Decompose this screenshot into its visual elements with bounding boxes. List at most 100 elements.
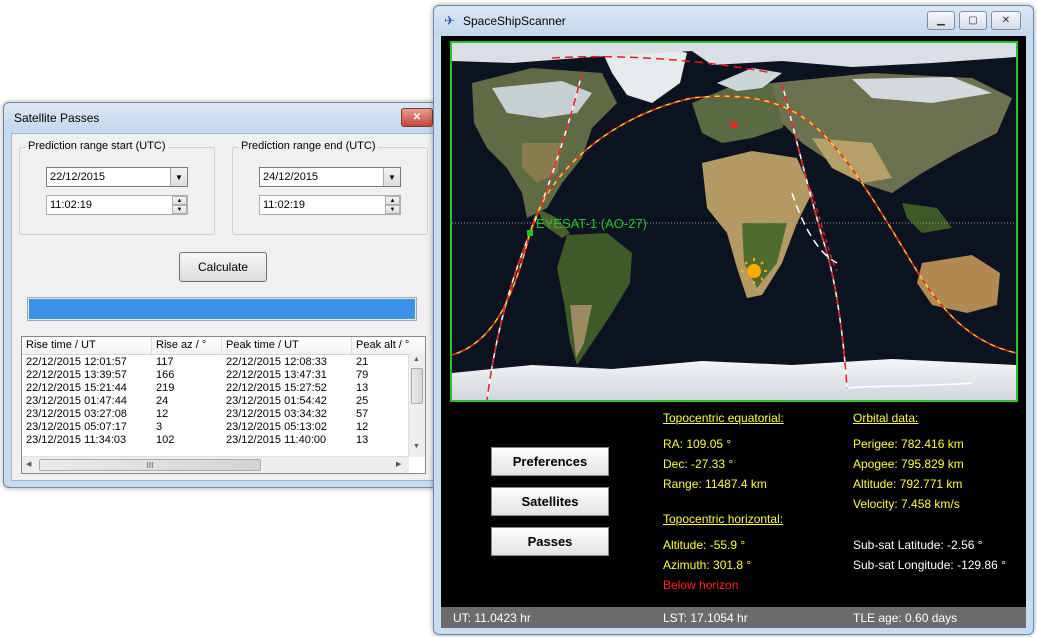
preferences-button[interactable]: Preferences <box>491 447 609 476</box>
column-header-peak-time[interactable]: Peak time / UT <box>222 337 352 354</box>
satellite-app-icon: ✈ <box>444 13 455 28</box>
tle-age-readout: TLE age: 0.60 days <box>853 611 958 625</box>
range-value: Range: 11487.4 km <box>663 477 767 491</box>
start-date-picker[interactable]: 22/12/2015 ▼ <box>46 167 188 187</box>
scroll-up-icon[interactable]: ▲ <box>413 356 420 363</box>
table-cell: 23/12/2015 01:54:42 <box>226 395 327 407</box>
orbital-data-heading: Orbital data: <box>853 411 919 425</box>
calculate-button[interactable]: Calculate <box>179 252 267 282</box>
table-cell: 12 <box>356 421 369 433</box>
table-cell: 23/12/2015 05:07:17 <box>26 421 127 433</box>
subsat-latitude-value: Sub-sat Latitude: -2.56 ° <box>853 538 983 552</box>
observer-marker <box>731 122 737 128</box>
start-date-value: 22/12/2015 <box>50 171 106 183</box>
satellite-marker[interactable] <box>527 230 533 236</box>
minimize-icon: ▁ <box>937 15 945 26</box>
scanner-client-area: EYESAT-1 (AO-27) Preferences Satellites … <box>441 36 1026 628</box>
table-cell: 22/12/2015 15:21:44 <box>26 382 127 394</box>
maximize-button[interactable]: ▢ <box>959 11 987 30</box>
start-time-value: 11:02:19 <box>50 199 93 211</box>
table-cell: 22/12/2015 12:08:33 <box>226 356 327 368</box>
table-row[interactable]: 22/12/2015 12:01:57 117 22/12/2015 12:08:3… <box>22 356 409 369</box>
minimize-button[interactable]: ▁ <box>927 11 955 30</box>
table-cell: 25 <box>356 395 369 407</box>
chevron-down-icon[interactable]: ▼ <box>383 168 400 186</box>
velocity-value: Velocity: 7.458 km/s <box>853 497 960 511</box>
table-cell: 13 <box>356 434 369 446</box>
scroll-left-icon[interactable]: ◀ <box>26 460 31 468</box>
table-cell: 219 <box>156 382 175 394</box>
table-row[interactable]: 23/12/2015 01:47:44 24 23/12/2015 01:54:42… <box>22 395 409 408</box>
end-time-stepper[interactable]: 11:02:19 ▲ ▼ <box>259 195 401 215</box>
close-button[interactable]: ✕ <box>991 11 1021 30</box>
passes-table[interactable]: Rise time / UT Rise az / ° Peak time / U… <box>21 336 426 474</box>
satellite-passes-window: Satellite Passes ✕ Prediction range star… <box>3 102 441 488</box>
spin-down-icon[interactable]: ▼ <box>172 205 187 214</box>
table-cell: 23/12/2015 11:40:00 <box>226 434 327 446</box>
table-cell: 13 <box>356 382 369 394</box>
passes-titlebar[interactable]: Satellite Passes ✕ <box>4 103 440 133</box>
table-row[interactable]: 23/12/2015 03:27:08 12 23/12/2015 03:34:32… <box>22 408 409 421</box>
spin-down-icon[interactable]: ▼ <box>385 205 400 214</box>
passes-button[interactable]: Passes <box>491 527 609 556</box>
azimuth-value: Azimuth: 301.8 ° <box>663 558 752 572</box>
end-date-value: 24/12/2015 <box>263 171 319 183</box>
spaceshipscanner-window: ✈ SpaceShipScanner ▁ ▢ ✕ EYESAT-1 (AO-27… <box>433 5 1034 635</box>
dec-value: Dec: -27.33 ° <box>663 457 734 471</box>
spin-up-icon[interactable]: ▲ <box>385 196 400 205</box>
table-cell: 3 <box>156 421 163 433</box>
table-cell: 166 <box>156 369 175 381</box>
start-range-group: Prediction range start (UTC) 22/12/2015 … <box>19 140 215 235</box>
start-range-label: Prediction range start (UTC) <box>26 140 168 152</box>
table-cell: 22/12/2015 12:01:57 <box>26 356 127 368</box>
end-time-value: 11:02:19 <box>263 199 306 211</box>
table-cell: 24 <box>156 395 169 407</box>
satellites-button[interactable]: Satellites <box>491 487 609 516</box>
scanner-titlebar[interactable]: ✈ SpaceShipScanner ▁ ▢ ✕ <box>434 6 1033 36</box>
calculation-progress-bar <box>27 297 417 321</box>
table-row[interactable]: 23/12/2015 11:34:03 102 23/12/2015 11:40:0… <box>22 434 409 447</box>
end-date-picker[interactable]: 24/12/2015 ▼ <box>259 167 401 187</box>
lst-readout: LST: 17.1054 hr <box>663 611 748 625</box>
table-cell: 79 <box>356 369 369 381</box>
end-range-label: Prediction range end (UTC) <box>239 140 378 152</box>
topocentric-horizontal-heading: Topocentric horizontal: <box>663 512 784 526</box>
apogee-value: Apogee: 795.829 km <box>853 457 964 471</box>
scroll-right-icon[interactable]: ▶ <box>396 460 401 468</box>
scroll-down-icon[interactable]: ▼ <box>413 443 420 450</box>
table-cell: 23/12/2015 05:13:02 <box>226 421 327 433</box>
column-header-rise-time[interactable]: Rise time / UT <box>22 337 152 354</box>
start-time-stepper[interactable]: 11:02:19 ▲ ▼ <box>46 195 188 215</box>
table-row[interactable]: 22/12/2015 15:21:44 219 22/12/2015 15:27:5… <box>22 382 409 395</box>
horizontal-scroll-thumb[interactable]: III <box>39 459 261 471</box>
table-cell: 12 <box>156 408 169 420</box>
table-cell: 21 <box>356 356 369 368</box>
visibility-status: Below horizon <box>663 578 739 592</box>
table-row[interactable]: 22/12/2015 13:39:57 166 22/12/2015 13:47:3… <box>22 369 409 382</box>
orbital-altitude-value: Altitude: 792.771 km <box>853 477 963 491</box>
table-cell: 23/12/2015 01:47:44 <box>26 395 127 407</box>
table-cell: 23/12/2015 03:34:32 <box>226 408 327 420</box>
column-header-peak-alt[interactable]: Peak alt / ° <box>352 337 425 354</box>
chevron-down-icon[interactable]: ▼ <box>170 168 187 186</box>
table-cell: 22/12/2015 15:27:52 <box>226 382 327 394</box>
world-map-svg: EYESAT-1 (AO-27) <box>452 43 1016 400</box>
table-row[interactable]: 23/12/2015 05:07:17 3 23/12/2015 05:13:02 1… <box>22 421 409 434</box>
close-button[interactable]: ✕ <box>401 108 433 127</box>
vertical-scrollbar[interactable]: ▲ ▼ <box>408 354 425 457</box>
subsat-longitude-value: Sub-sat Longitude: -129.86 ° <box>853 558 1006 572</box>
close-icon: ✕ <box>412 112 422 123</box>
passes-client-area: Prediction range start (UTC) 22/12/2015 … <box>11 133 434 481</box>
table-cell: 22/12/2015 13:39:57 <box>26 369 127 381</box>
altitude-value: Altitude: -55.9 ° <box>663 538 746 552</box>
table-cell: 23/12/2015 03:27:08 <box>26 408 127 420</box>
passes-table-header: Rise time / UT Rise az / ° Peak time / U… <box>22 337 425 355</box>
column-header-rise-az[interactable]: Rise az / ° <box>152 337 222 354</box>
horizontal-scrollbar[interactable]: ◀ III ▶ <box>22 456 409 473</box>
spin-up-icon[interactable]: ▲ <box>172 196 187 205</box>
world-map[interactable]: EYESAT-1 (AO-27) <box>450 41 1018 402</box>
maximize-icon: ▢ <box>968 15 978 26</box>
progress-fill <box>29 299 415 319</box>
close-icon: ✕ <box>1001 15 1011 26</box>
vertical-scroll-thumb[interactable] <box>411 368 423 404</box>
